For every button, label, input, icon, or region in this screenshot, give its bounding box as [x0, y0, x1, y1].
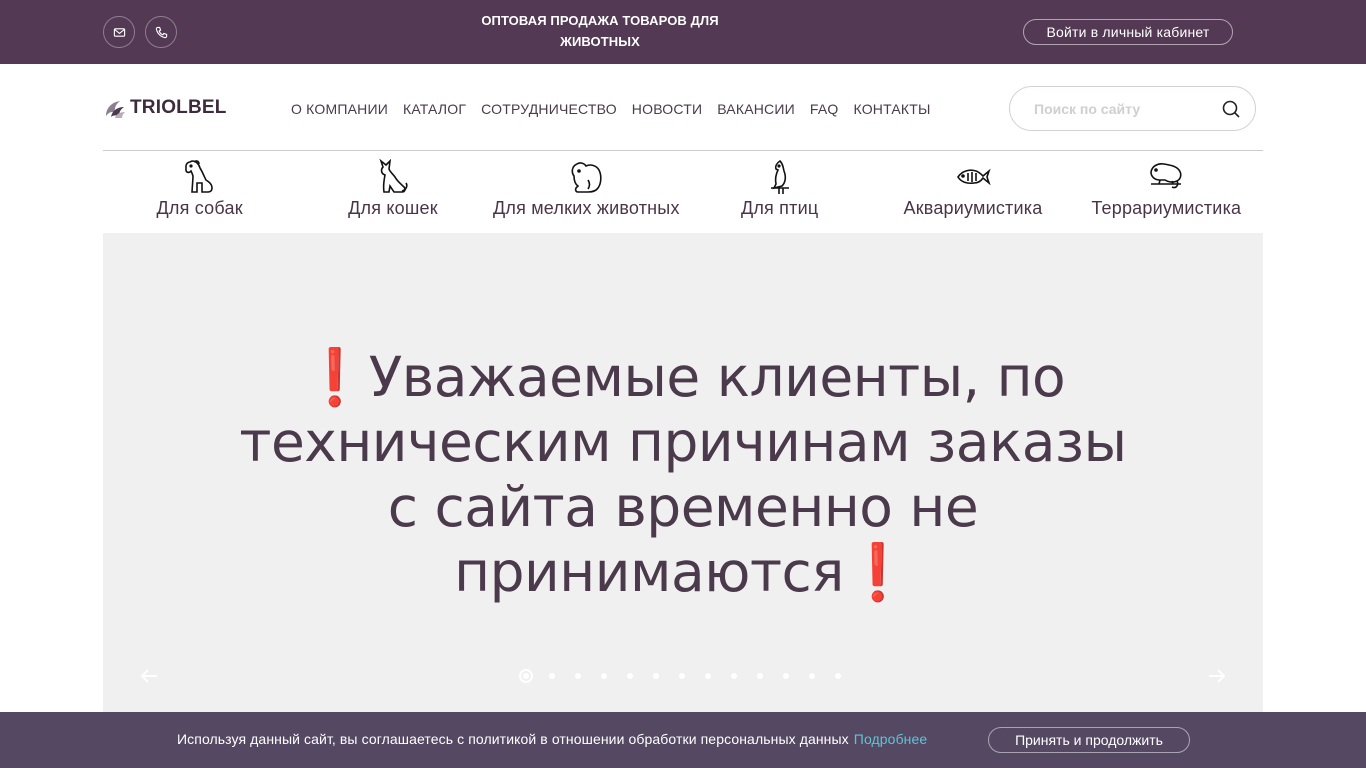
slider-pagination	[517, 669, 851, 683]
fish-icon	[957, 168, 991, 186]
slider-dot[interactable]	[705, 673, 711, 679]
slider-dot[interactable]	[731, 673, 737, 679]
slider-dot[interactable]	[627, 673, 633, 679]
bird-icon	[770, 159, 789, 194]
slider-dot[interactable]	[757, 673, 763, 679]
hero-slider: ❗Уважаемые клиенты, по техническим причи…	[103, 233, 1263, 712]
cat-icon	[379, 158, 408, 193]
cookie-text: Используя данный сайт, вы соглашаетесь с…	[177, 731, 927, 747]
category-label: Аквариумистика	[903, 198, 1043, 218]
phone-icon[interactable]	[145, 16, 177, 48]
headline-text: Уважаемые клиенты, по техническим причин…	[239, 345, 1127, 604]
dog-icon	[184, 160, 213, 193]
category-bar: Для собак Для кошек Для мелких животных …	[103, 158, 1263, 224]
cookie-message: Используя данный сайт, вы соглашаетесь с…	[177, 731, 849, 747]
category-cats[interactable]: Для кошек	[296, 158, 489, 224]
category-birds[interactable]: Для птиц	[683, 158, 876, 224]
nav-item-catalog[interactable]: КАТАЛОГ	[403, 101, 466, 117]
search-box	[1009, 86, 1256, 131]
top-bar: ОПТОВАЯ ПРОДАЖА ТОВАРОВ ДЛЯ ЖИВОТНЫХ Вой…	[0, 0, 1366, 64]
main-nav: О КОМПАНИИ КАТАЛОГ СОТРУДНИЧЕСТВО НОВОСТ…	[291, 101, 931, 117]
next-arrow-icon[interactable]	[1206, 665, 1228, 687]
category-label: Для кошек	[348, 198, 438, 218]
slider-dot[interactable]	[653, 673, 659, 679]
nav-item-cooperation[interactable]: СОТРУДНИЧЕСТВО	[481, 101, 617, 117]
site-tagline: ОПТОВАЯ ПРОДАЖА ТОВАРОВ ДЛЯ ЖИВОТНЫХ	[481, 13, 719, 49]
nav-item-vacancies[interactable]: ВАКАНСИИ	[717, 101, 795, 117]
prev-arrow-icon[interactable]	[138, 665, 160, 687]
cookie-banner: Используя данный сайт, вы соглашаетесь с…	[0, 712, 1366, 768]
category-terrariumistics[interactable]: Террариумистика	[1070, 158, 1263, 224]
slider-dot[interactable]	[835, 673, 841, 679]
header-divider	[103, 150, 1263, 151]
slide-headline: ❗Уважаемые клиенты, по техническим причи…	[233, 345, 1133, 605]
category-label: Для мелких животных	[492, 198, 680, 218]
nav-item-about[interactable]: О КОМПАНИИ	[291, 101, 388, 117]
warning-icon: ❗	[300, 345, 369, 409]
slider-dot[interactable]	[549, 673, 555, 679]
category-label: Террариумистика	[1091, 198, 1242, 218]
nav-item-faq[interactable]: FAQ	[810, 101, 839, 117]
slider-dot[interactable]	[679, 673, 685, 679]
lizard-icon	[1150, 163, 1182, 189]
category-label: Для собак	[156, 198, 243, 218]
logo-text: TRIOLBEL	[130, 97, 227, 118]
nav-item-news[interactable]: НОВОСТИ	[632, 101, 702, 117]
search-input[interactable]	[1034, 99, 1214, 119]
nav-item-contacts[interactable]: КОНТАКТЫ	[854, 101, 931, 117]
cookie-accept-button[interactable]: Принять и продолжить	[988, 727, 1190, 753]
slider-dot[interactable]	[809, 673, 815, 679]
slider-dot-active[interactable]	[519, 669, 533, 683]
category-aquaristics[interactable]: Аквариумистика	[876, 158, 1069, 224]
login-button[interactable]: Войти в личный кабинет	[1023, 19, 1233, 45]
logo[interactable]: TRIOLBEL	[103, 95, 227, 121]
search-icon[interactable]	[1221, 99, 1241, 119]
category-dogs[interactable]: Для собак	[103, 158, 296, 224]
cookie-more-link[interactable]: Подробнее	[854, 731, 928, 747]
category-small-animals[interactable]: Для мелких животных	[490, 158, 683, 224]
slider-dot[interactable]	[601, 673, 607, 679]
rodent-icon	[571, 162, 602, 193]
warning-icon: ❗	[843, 540, 912, 604]
category-label: Для птиц	[740, 198, 819, 218]
slider-dot[interactable]	[575, 673, 581, 679]
logo-mark-icon	[106, 101, 125, 118]
mail-icon[interactable]	[103, 16, 135, 48]
slider-dot[interactable]	[783, 673, 789, 679]
